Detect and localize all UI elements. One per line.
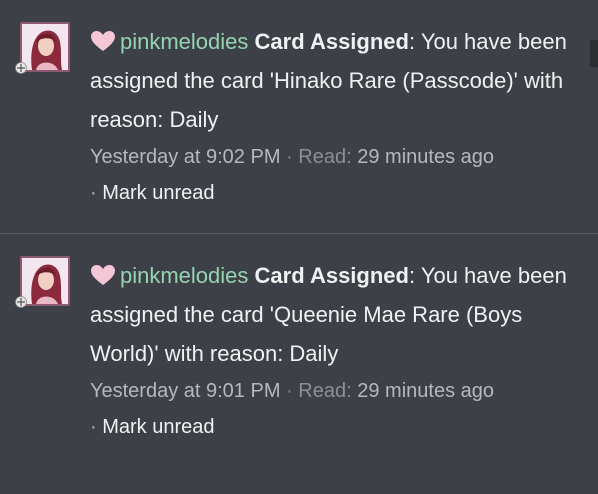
notification-time[interactable]: Yesterday at 9:01 PM	[90, 380, 281, 402]
notification-time[interactable]: Yesterday at 9:02 PM	[90, 146, 281, 168]
notification-feed: pinkmelodies Card Assigned: You have bee…	[0, 0, 598, 494]
read-time: 29 minutes ago	[357, 146, 494, 168]
heart-icon	[91, 31, 115, 51]
notification-actions: · Mark unread	[90, 175, 585, 211]
move-badge-icon	[15, 62, 27, 74]
notification-message: pinkmelodies Card Assigned: You have bee…	[90, 22, 585, 139]
notification-meta: Yesterday at 9:01 PM · Read: 29 minutes …	[90, 373, 585, 409]
action-separator: ·	[90, 182, 97, 204]
read-time: 29 minutes ago	[357, 380, 494, 402]
notification-title: Card Assigned	[254, 29, 409, 54]
notification-item: pinkmelodies Card Assigned: You have bee…	[0, 0, 598, 234]
notification-meta: Yesterday at 9:02 PM · Read: 29 minutes …	[90, 139, 585, 175]
notification-content: pinkmelodies Card Assigned: You have bee…	[90, 256, 585, 445]
move-badge-icon	[15, 296, 27, 308]
avatar[interactable]	[20, 22, 70, 72]
heart-icon	[91, 265, 115, 285]
read-label: Read:	[298, 380, 352, 402]
notification-content: pinkmelodies Card Assigned: You have bee…	[90, 22, 585, 211]
mark-unread-button[interactable]: Mark unread	[102, 182, 214, 204]
read-label: Read:	[298, 146, 352, 168]
avatar-image	[22, 24, 68, 70]
action-separator: ·	[90, 416, 97, 438]
avatar[interactable]	[20, 256, 70, 306]
meta-separator: ·	[286, 380, 293, 402]
username-link[interactable]: pinkmelodies	[120, 263, 248, 288]
meta-separator: ·	[286, 146, 293, 168]
mark-unread-button[interactable]: Mark unread	[102, 416, 214, 438]
notification-item: pinkmelodies Card Assigned: You have bee…	[0, 234, 598, 494]
avatar-image	[22, 258, 68, 304]
notification-actions: · Mark unread	[90, 409, 585, 445]
notification-title: Card Assigned	[254, 263, 409, 288]
username-link[interactable]: pinkmelodies	[120, 29, 248, 54]
notification-message: pinkmelodies Card Assigned: You have bee…	[90, 256, 585, 373]
